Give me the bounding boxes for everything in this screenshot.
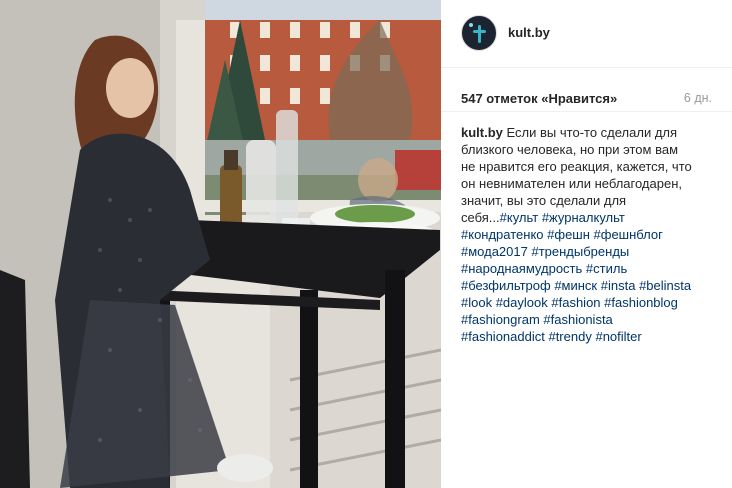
hashtag-link[interactable]: #fashionista [543,312,612,327]
hashtag-row: #мода2017 #трендыбренды [461,243,723,260]
hashtag-link[interactable]: #мода2017 [461,244,528,259]
post-timestamp[interactable]: 6 дн. [684,91,712,105]
hashtag-link[interactable]: #безфильтроф [461,278,551,293]
hashtag-link[interactable]: #nofilter [595,329,641,344]
hashtag-row: #кондратенко #фешн #фешнблог [461,226,723,243]
hashtag-link[interactable]: #daylook [496,295,548,310]
caption-line: близкого человека, но при этом вам [461,142,679,157]
hashtag-link[interactable]: #минск [554,278,597,293]
hashtag-link[interactable]: #стиль [586,261,627,276]
hashtag-link[interactable]: #look [461,295,492,310]
hashtag-link[interactable]: #fashion [551,295,600,310]
hashtag-link[interactable]: #фешн [547,227,590,242]
photo-woman-at-window [0,0,441,488]
hashtag-link[interactable]: #belinsta [639,278,691,293]
hashtag-link[interactable]: #журналкульт [542,210,625,225]
caption-text: Если вы что-то сделали для [506,125,678,140]
kult-logo-avatar-icon[interactable] [461,15,497,51]
hashtag-link[interactable]: #фешнблог [594,227,663,242]
hashtag-link[interactable]: #fashiongram [461,312,540,327]
hashtag-row: #fashiongram #fashionista [461,311,723,328]
caption-line: kult.by Если вы что-то сделали для [461,124,723,141]
hashtag-link[interactable]: #insta [601,278,636,293]
post-header: kult.by [441,0,732,68]
avatar-sparkle [469,23,473,27]
hashtag-row: #народнаямудрость #стиль [461,260,723,277]
username-link[interactable]: kult.by [508,25,550,40]
hashtag-row: #look #daylook #fashion #fashionblog [461,294,723,311]
hashtag-link[interactable]: #кондратенко [461,227,544,242]
caption-text: себя... [461,210,500,225]
avatar-logo-mark [478,25,481,43]
caption-line: не нравится его реакция, кажется, что [461,159,692,174]
hashtag-link[interactable]: #трендыбренды [531,244,629,259]
hashtag-link[interactable]: #fashionaddict [461,329,545,344]
hashtag-row: #fashionaddict #trendy #nofilter [461,328,723,345]
avatar-logo-mark-bar [473,30,486,33]
caption-line: он невнимателен или неблагодарен, [461,176,682,191]
hashtag-link[interactable]: #народнаямудрость [461,261,582,276]
hashtag-link[interactable]: #trendy [548,329,591,344]
caption-line: значит, вы это сделали для [461,193,627,208]
caption-line: себя...#культ #журналкульт [461,209,723,226]
caption-author-link[interactable]: kult.by [461,125,503,140]
hashtag-link[interactable]: #культ [500,210,539,225]
post-caption: kult.by Если вы что-то сделали для близк… [461,124,723,345]
hashtag-row: #безфильтроф #минск #insta #belinsta [461,277,723,294]
post-photo[interactable] [0,0,441,488]
post-sidebar: kult.by 547 отметок «Нравится» 6 дн. kul… [441,0,732,488]
likes-row: 547 отметок «Нравится» 6 дн. [441,68,732,112]
instagram-post: kult.by 547 отметок «Нравится» 6 дн. kul… [0,0,732,488]
hashtag-link[interactable]: #fashionblog [604,295,678,310]
likes-count[interactable]: 547 отметок «Нравится» [461,91,617,106]
